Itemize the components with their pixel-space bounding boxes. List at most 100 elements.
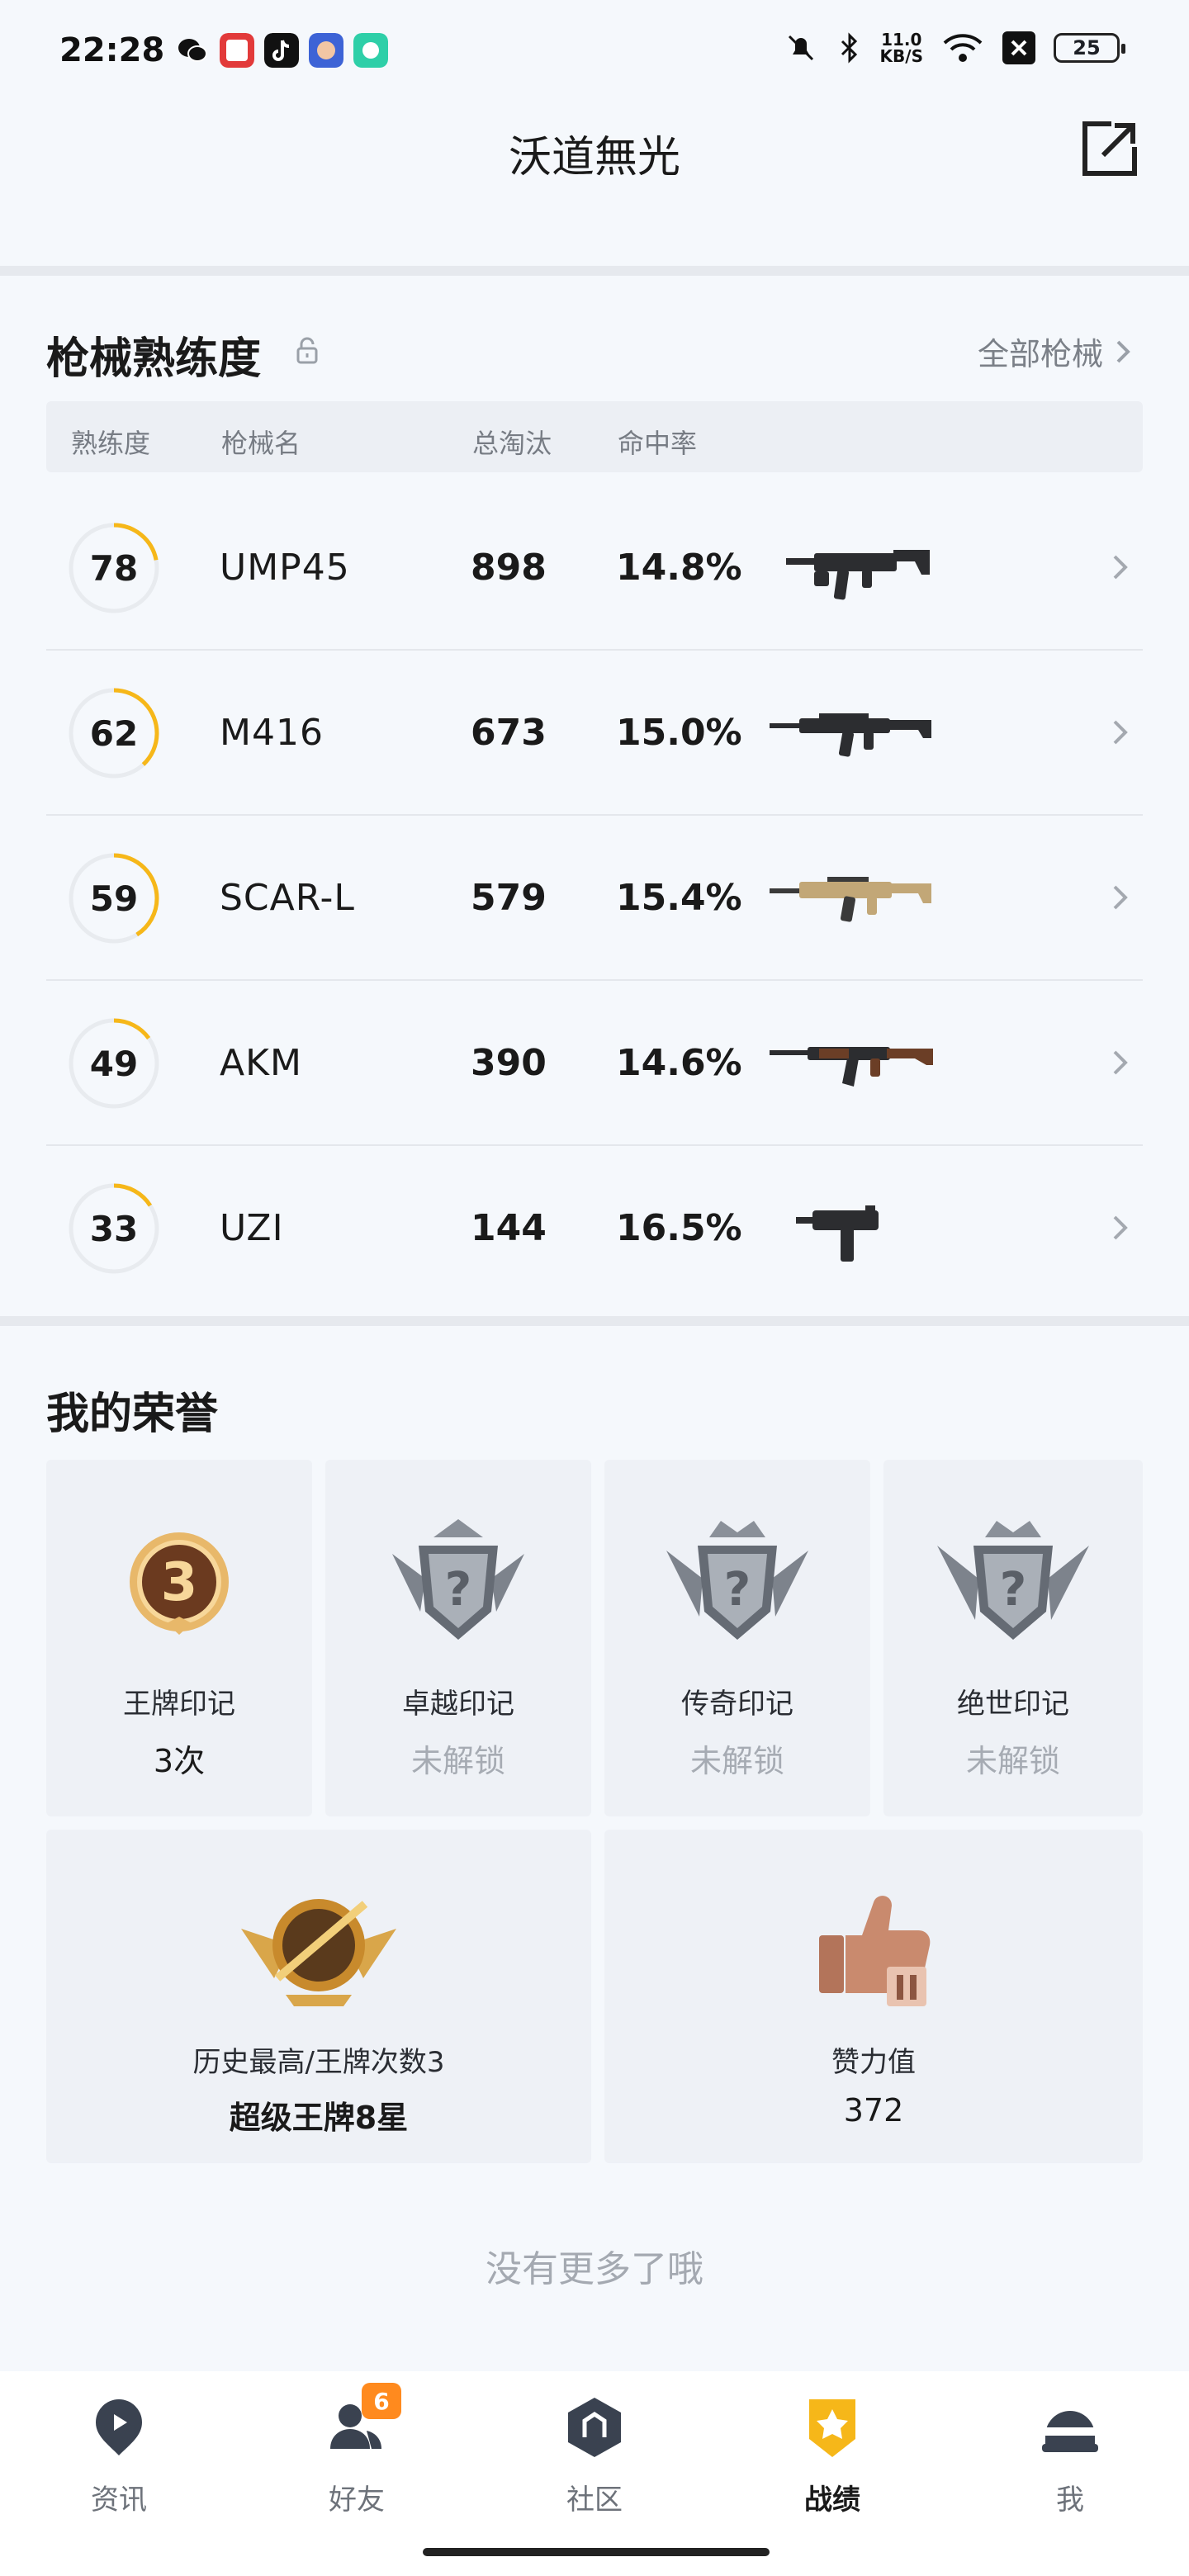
app-icon [220, 33, 254, 68]
mute-icon [788, 35, 813, 61]
mastery-level: 78 [89, 547, 139, 589]
weapon-name: UMP45 [220, 547, 350, 589]
no-more-text: 没有更多了哦 [486, 2248, 703, 2290]
nav-label: 战绩 [804, 2484, 860, 2517]
net-speed-unit: KB/S [879, 46, 923, 66]
weapon-kills: 673 [471, 712, 547, 754]
chevron-right-icon [1113, 1215, 1128, 1240]
tiktok-icon [264, 33, 299, 68]
bottom-nav: 资讯 6 好友 社区 战绩 我 [0, 2371, 1189, 2576]
chevron-right-icon [1116, 340, 1130, 362]
weapon-table-header: 熟练度 枪械名 总淘汰 命中率 [46, 401, 1143, 472]
mastery-level: 62 [89, 713, 139, 754]
ace-badge-number: 3 [161, 1552, 198, 1613]
news-icon [96, 2399, 142, 2455]
nav-item-profile[interactable]: 我 [951, 2371, 1189, 2536]
battery-indicator: 25 [1054, 33, 1125, 63]
highest-rank-label: 历史最高/王牌次数3 [192, 2046, 445, 2079]
all-weapons-label: 全部枪械 [977, 336, 1103, 372]
ace-badge-icon: 3 [130, 1532, 229, 1635]
honor-badge-excellent[interactable]: ? 卓越印记 未解锁 [325, 1460, 591, 1816]
section-divider [0, 1316, 1189, 1326]
col-weapon-name: 枪械名 [221, 428, 301, 459]
weapon-name: AKM [220, 1042, 302, 1084]
weapon-kills: 898 [471, 547, 547, 589]
bluetooth-icon [841, 32, 857, 64]
weapon-kills: 144 [471, 1207, 547, 1249]
weapon-kills: 579 [471, 877, 547, 919]
chevron-right-icon [1113, 555, 1128, 580]
x-app-icon [1002, 31, 1035, 64]
likes-value: 372 [843, 2092, 904, 2129]
honor-badge-peerless[interactable]: ? 绝世印记 未解锁 [883, 1460, 1143, 1816]
nav-item-record[interactable]: 战绩 [713, 2371, 951, 2536]
weapon-row[interactable]: 59 SCAR-L 579 15.4% [46, 816, 1143, 981]
svg-text:?: ? [445, 1563, 471, 1617]
status-bar: 22:28 11.0 KB/S 25 [0, 0, 1189, 106]
chevron-right-icon [1113, 720, 1128, 745]
honor-badge-ace[interactable]: 3 王牌印记 3次 [46, 1460, 312, 1816]
highest-rank-card[interactable]: 历史最高/王牌次数3 超级王牌8星 [46, 1830, 591, 2163]
profile-icon [1042, 2411, 1098, 2452]
smg-icon [786, 550, 930, 600]
mastery-level: 59 [89, 878, 139, 919]
weapon-kills: 390 [471, 1042, 547, 1084]
honor-title: 我的荣誉 [46, 1390, 219, 1439]
community-icon [568, 2398, 621, 2457]
wifi-icon [943, 34, 983, 62]
section-divider [0, 266, 1189, 276]
mastery-level: 33 [89, 1208, 139, 1249]
locked-badge-icon: ? [937, 1521, 1089, 1640]
home-indicator[interactable] [423, 2548, 770, 2556]
lock-icon[interactable] [296, 337, 319, 365]
chevron-right-icon [1113, 1050, 1128, 1075]
status-app-icons [175, 33, 388, 68]
rifle-icon [770, 713, 931, 757]
weapon-hit-rate: 16.5% [616, 1207, 742, 1249]
weapon-row[interactable]: 62 M416 673 15.0% [46, 651, 1143, 816]
honor-label: 传奇印记 [681, 1688, 793, 1721]
nav-item-news[interactable]: 资讯 [0, 2371, 238, 2536]
honor-value: 未解锁 [410, 1743, 505, 1779]
uzi-icon [796, 1205, 879, 1262]
weapon-mastery-title: 枪械熟练度 [46, 334, 262, 384]
nav-item-community[interactable]: 社区 [476, 2371, 713, 2536]
svg-text:?: ? [1000, 1563, 1026, 1617]
all-weapons-link[interactable]: 全部枪械 [978, 329, 1131, 374]
weapon-row[interactable]: 78 UMP45 898 14.8% [46, 485, 1143, 651]
weapon-name: M416 [220, 712, 324, 754]
locked-badge-icon: ? [392, 1519, 524, 1640]
col-hit-rate: 命中率 [618, 428, 698, 459]
chevron-right-icon [1113, 885, 1128, 910]
mastery-level: 49 [89, 1043, 139, 1084]
friends-badge: 6 [362, 2383, 401, 2419]
highest-rank-value: 超级王牌8星 [229, 2100, 409, 2136]
thumbs-up-icon [819, 1896, 931, 2006]
external-link-icon[interactable] [1078, 117, 1141, 180]
honor-label: 王牌印记 [123, 1688, 235, 1721]
honor-label: 绝世印记 [957, 1688, 1069, 1721]
nav-label: 资讯 [91, 2484, 147, 2517]
weapon-row[interactable]: 33 UZI 144 16.5% [46, 1146, 1143, 1311]
nav-item-friends[interactable]: 6 好友 [238, 2371, 476, 2536]
wechat-icon [178, 39, 207, 62]
svg-text:?: ? [724, 1563, 751, 1617]
weapon-hit-rate: 14.8% [616, 547, 742, 589]
game-icon [309, 33, 343, 68]
weapon-name: UZI [220, 1207, 284, 1249]
likes-label: 赞力值 [831, 2046, 916, 2079]
weapon-hit-rate: 15.0% [616, 712, 742, 754]
net-speed-value: 11.0 [881, 30, 922, 50]
honor-value: 3次 [153, 1743, 206, 1779]
rank-emblem-icon [241, 1899, 396, 2006]
chat-app-icon [353, 33, 388, 68]
nav-label: 我 [1056, 2484, 1084, 2517]
weapon-hit-rate: 14.6% [616, 1042, 742, 1084]
weapon-name: SCAR-L [220, 877, 355, 919]
status-indicators: 11.0 KB/S 25 [783, 30, 1125, 66]
likes-card[interactable]: 赞力值 372 [604, 1830, 1143, 2163]
honor-value: 未解锁 [689, 1743, 784, 1779]
weapon-row[interactable]: 49 AKM 390 14.6% [46, 981, 1143, 1146]
honor-badge-legend[interactable]: ? 传奇印记 未解锁 [604, 1460, 870, 1816]
net-speed: 11.0 KB/S [880, 31, 923, 64]
